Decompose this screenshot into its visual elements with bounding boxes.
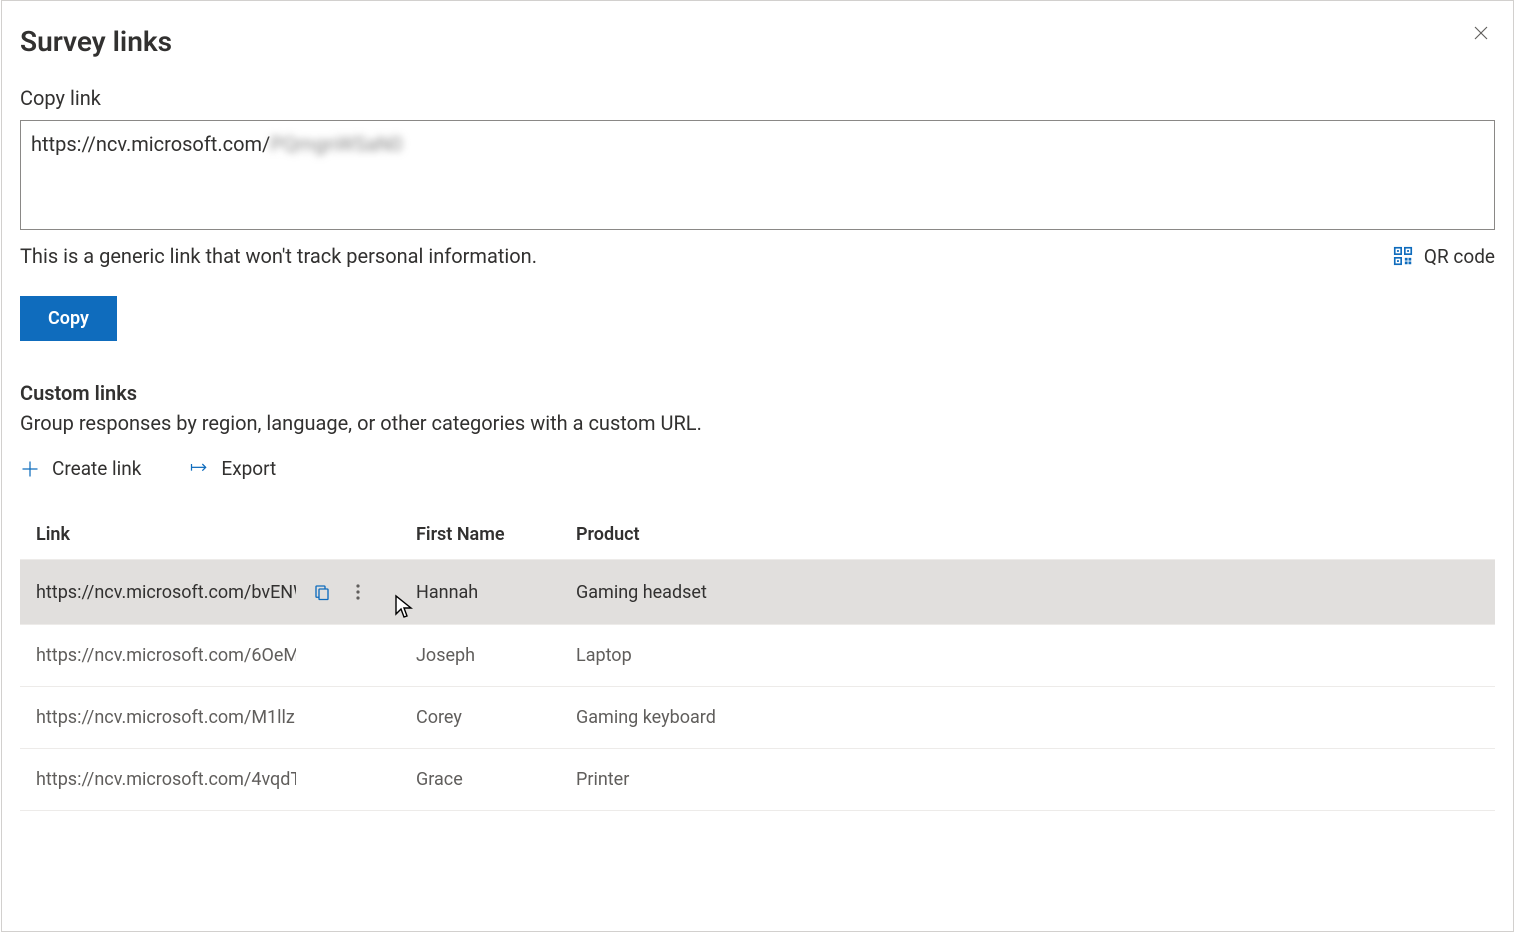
export-button[interactable]: Export [189, 457, 276, 480]
copy-link-url-obscured: PQmgnWSaN0 [270, 132, 402, 156]
cell-product: Laptop [560, 625, 1495, 687]
cell-first-name: Grace [400, 749, 560, 811]
cell-product: Printer [560, 749, 1495, 811]
create-link-label: Create link [52, 457, 141, 480]
table-row[interactable]: https://ncv.microsoft.com/6OeMm JosephLap… [20, 625, 1495, 687]
cell-product: Gaming keyboard [560, 687, 1495, 749]
copy-row-link-button[interactable] [310, 580, 334, 604]
custom-links-description: Group responses by region, language, or … [20, 411, 1495, 435]
copy-link-desc-row: This is a generic link that won't track … [20, 244, 1495, 268]
cell-first-name: Corey [400, 687, 560, 749]
more-vertical-icon [356, 584, 360, 600]
th-product[interactable]: Product [560, 510, 1495, 560]
link-text: https://ncv.microsoft.com/bvENW [36, 582, 296, 603]
link-text: https://ncv.microsoft.com/M1llzh2 [36, 707, 296, 728]
table-row[interactable]: https://ncv.microsoft.com/4vqdTB GracePri… [20, 749, 1495, 811]
export-icon [189, 459, 209, 479]
close-button[interactable] [1465, 17, 1497, 49]
link-text: https://ncv.microsoft.com/6OeMm [36, 645, 296, 666]
custom-links-title: Custom links [20, 381, 1495, 405]
create-link-button[interactable]: Create link [20, 457, 141, 480]
export-label: Export [221, 457, 276, 480]
close-icon [1472, 24, 1490, 42]
qr-code-label: QR code [1424, 245, 1495, 268]
table-row[interactable]: https://ncv.microsoft.com/M1llzh2 CoreyGa… [20, 687, 1495, 749]
plus-icon [20, 459, 40, 479]
table-header-row: Link First Name Product [20, 510, 1495, 560]
custom-links-table: Link First Name Product https://ncv.micr… [20, 510, 1495, 811]
th-first-name[interactable]: First Name [400, 510, 560, 560]
copy-button[interactable]: Copy [20, 296, 117, 341]
survey-links-panel: Survey links Copy link https://ncv.micro… [1, 0, 1514, 932]
cell-first-name: Hannah [400, 560, 560, 625]
copy-link-description: This is a generic link that won't track … [20, 244, 537, 268]
panel-title: Survey links [20, 25, 1495, 58]
table-row[interactable]: https://ncv.microsoft.com/bvENW HannahGam… [20, 560, 1495, 625]
link-text: https://ncv.microsoft.com/4vqdTB [36, 769, 296, 790]
qr-code-button[interactable]: QR code [1392, 245, 1495, 268]
row-more-button[interactable] [348, 580, 368, 604]
cell-product: Gaming headset [560, 560, 1495, 625]
cell-first-name: Joseph [400, 625, 560, 687]
copy-link-field[interactable]: https://ncv.microsoft.com/PQmgnWSaN0 [20, 120, 1495, 230]
custom-links-section: Custom links Group responses by region, … [20, 381, 1495, 811]
copy-icon [313, 583, 331, 601]
copy-link-label: Copy link [20, 86, 1495, 110]
custom-links-actions: Create link Export [20, 457, 1495, 480]
th-link[interactable]: Link [20, 510, 400, 560]
qr-code-icon [1392, 245, 1414, 267]
copy-link-url-visible: https://ncv.microsoft.com/ [31, 132, 270, 156]
